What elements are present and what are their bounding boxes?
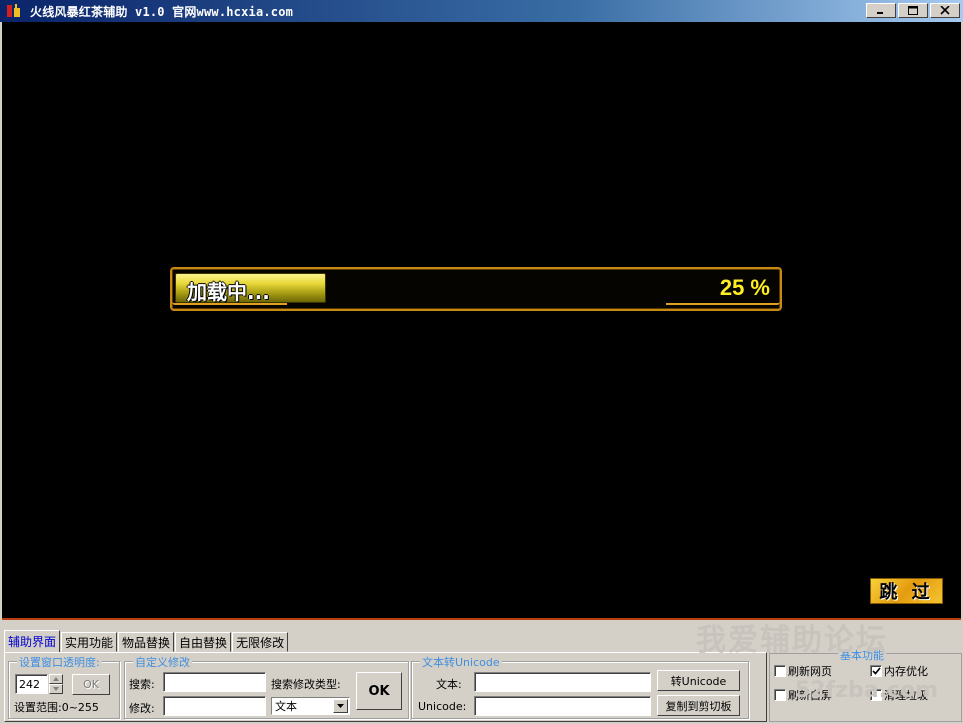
opacity-spinner [49,674,63,694]
tab-item-replace[interactable]: 物品替换 [118,632,175,652]
unicode-text-input[interactable] [474,672,651,692]
tab-content: 设置窗口透明度: 242 OK 设置范围:0~255 自定义修改 搜索: 修改:… [4,652,767,722]
checkbox-label: 刷新网页 [788,665,832,678]
opacity-range-label: 设置范围:0~255 [14,701,99,714]
maximize-icon [908,6,918,15]
checkbox-label: 内存优化 [884,665,928,678]
spin-up-button[interactable] [49,674,63,684]
minimize-button[interactable] [866,3,896,18]
refresh-page-checkbox[interactable]: 刷新网页 [774,663,832,679]
opacity-group: 设置窗口透明度: 242 OK 设置范围:0~255 [8,654,120,719]
opacity-input[interactable]: 242 [15,674,48,694]
maximize-button[interactable] [898,3,928,18]
window-controls [866,3,960,18]
unicode-text-label: 文本: [436,678,462,691]
tab-strip: 辅助界面 实用功能 物品替换 自由替换 无限修改 [4,630,289,653]
copy-clipboard-button[interactable]: 复制到剪切板 [657,695,740,716]
search-label: 搜索: [129,678,155,691]
checkbox-box [870,665,882,677]
search-type-label: 搜索修改类型: [271,678,341,691]
unicode-group: 文本转Unicode 文本: Unicode: 转Unicode 复制到剪切板 [411,654,749,719]
window-title: 火线风暴红茶辅助 v1.0 官网www.hcxia.com [30,4,294,19]
search-input[interactable] [163,672,266,692]
unicode-output-input[interactable] [474,696,651,716]
app-icon [6,3,22,19]
dropdown-arrow-button[interactable] [333,699,348,713]
tab-assist[interactable]: 辅助界面 [4,630,61,652]
minimize-icon [877,12,883,14]
close-icon [940,6,950,15]
search-type-value: 文本 [275,700,297,713]
checkbox-box [774,665,786,677]
chevron-down-icon [337,704,344,708]
unicode-output-label: Unicode: [418,700,467,713]
custom-modify-group: 自定义修改 搜索: 修改: 搜索修改类型: 文本 OK [124,654,409,719]
loading-bar: 加载中... 25 % [170,267,782,311]
skip-button[interactable]: 跳 过 [870,578,943,604]
search-type-select[interactable]: 文本 [271,697,350,715]
arrow-up-icon [53,677,59,681]
unicode-group-title: 文本转Unicode [420,654,502,670]
arrow-down-icon [53,687,59,691]
modify-input[interactable] [163,696,266,716]
tab-free-replace[interactable]: 自由替换 [175,632,232,652]
loading-label: 加载中... [187,280,270,304]
tab-utilities[interactable]: 实用功能 [61,632,118,652]
title-bar[interactable]: 火线风暴红茶辅助 v1.0 官网www.hcxia.com [0,0,963,22]
close-button[interactable] [930,3,960,18]
watermark-url: 52fzba.com [795,678,939,703]
convert-unicode-button[interactable]: 转Unicode [657,670,740,691]
spin-down-button[interactable] [49,684,63,694]
checkbox-box [774,689,786,701]
custom-ok-button[interactable]: OK [356,672,402,710]
loading-percent: 25 % [719,275,770,300]
opacity-ok-button[interactable]: OK [72,674,110,695]
game-view[interactable]: 加载中... 25 % 跳 过 [2,22,961,620]
checkmark-icon [871,667,881,675]
tab-unlimited-modify[interactable]: 无限修改 [232,632,289,652]
custom-modify-title: 自定义修改 [133,654,192,670]
modify-label: 修改: [129,702,155,715]
watermark-text: 我爱辅助论坛 [696,623,888,658]
opacity-group-title: 设置窗口透明度: [17,654,102,670]
memory-optimize-checkbox[interactable]: 内存优化 [870,663,928,679]
